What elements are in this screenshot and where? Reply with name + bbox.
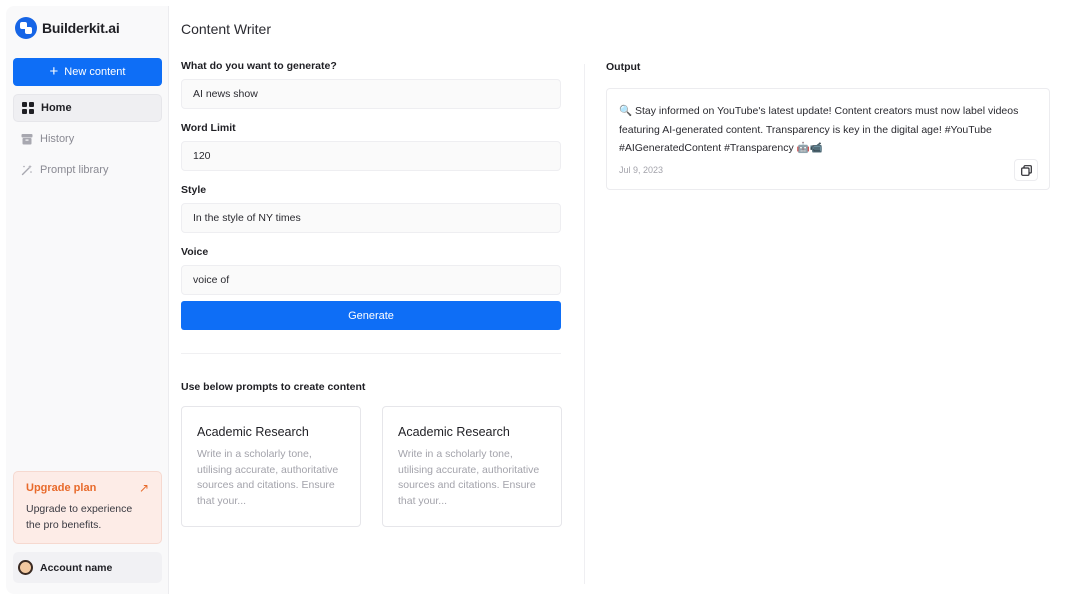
prompts-heading: Use below prompts to create content [181,381,366,393]
new-content-label: New content [64,66,126,78]
sidebar-item-label: History [40,133,75,145]
generate-button[interactable]: Generate [181,301,561,330]
brand-name: Builderkit.ai [42,20,120,36]
sidebar-item-prompt-library[interactable]: Prompt library [13,156,162,184]
upgrade-plan-title: Upgrade plan [26,482,97,494]
word-limit-input[interactable]: 120 [181,141,561,171]
avatar [18,560,33,575]
content-form: What do you want to generate? AI news sh… [181,60,561,308]
prompt-title: Academic Research [398,425,510,439]
generate-topic-label: What do you want to generate? [181,60,337,72]
output-label: Output [606,61,641,73]
sidebar: Builderkit.ai + New content Home History… [6,6,169,594]
divider [181,353,561,354]
new-content-button[interactable]: + New content [13,58,162,86]
upgrade-plan-card[interactable]: Upgrade plan ↗ Upgrade to experience the… [13,471,162,544]
generate-topic-input[interactable]: AI news show [181,79,561,109]
account-name: Account name [40,561,113,574]
page-title: Content Writer [181,21,271,37]
magic-wand-icon [20,164,33,177]
builderkit-logo-icon [15,17,37,39]
word-limit-label: Word Limit [181,122,236,134]
style-input[interactable]: In the style of NY times [181,203,561,233]
arrow-up-right-icon: ↗ [138,481,149,495]
sidebar-item-home[interactable]: Home [13,94,162,122]
column-separator [584,64,585,584]
sidebar-item-history[interactable]: History [13,125,162,153]
prompt-card[interactable]: Academic Research Write in a scholarly t… [382,406,562,527]
prompt-description: Write in a scholarly tone, utilising acc… [197,448,339,507]
prompt-description: Write in a scholarly tone, utilising acc… [398,448,540,507]
prompt-card[interactable]: Academic Research Write in a scholarly t… [181,406,361,527]
output-text[interactable]: 🔍 Stay informed on YouTube's latest upda… [619,102,1037,158]
voice-label: Voice [181,246,209,258]
copy-button[interactable] [1014,159,1038,181]
sidebar-item-label: Home [41,102,72,114]
plus-icon: + [49,63,59,80]
archive-icon [20,133,33,146]
voice-input[interactable]: voice of [181,265,561,295]
grid-icon [21,102,34,115]
output-date: Jul 9, 2023 [619,165,664,175]
copy-icon [1020,164,1032,176]
sidebar-item-label: Prompt library [40,164,109,176]
sidebar-nav: Home History Prompt library [13,94,162,187]
output-card: 🔍 Stay informed on YouTube's latest upda… [606,88,1050,190]
prompt-title: Academic Research [197,425,309,439]
account-menu[interactable]: Account name [13,552,162,583]
style-label: Style [181,184,207,196]
brand-logo[interactable]: Builderkit.ai [15,17,120,39]
upgrade-plan-description: Upgrade to experience the pro benefits. [26,503,133,531]
